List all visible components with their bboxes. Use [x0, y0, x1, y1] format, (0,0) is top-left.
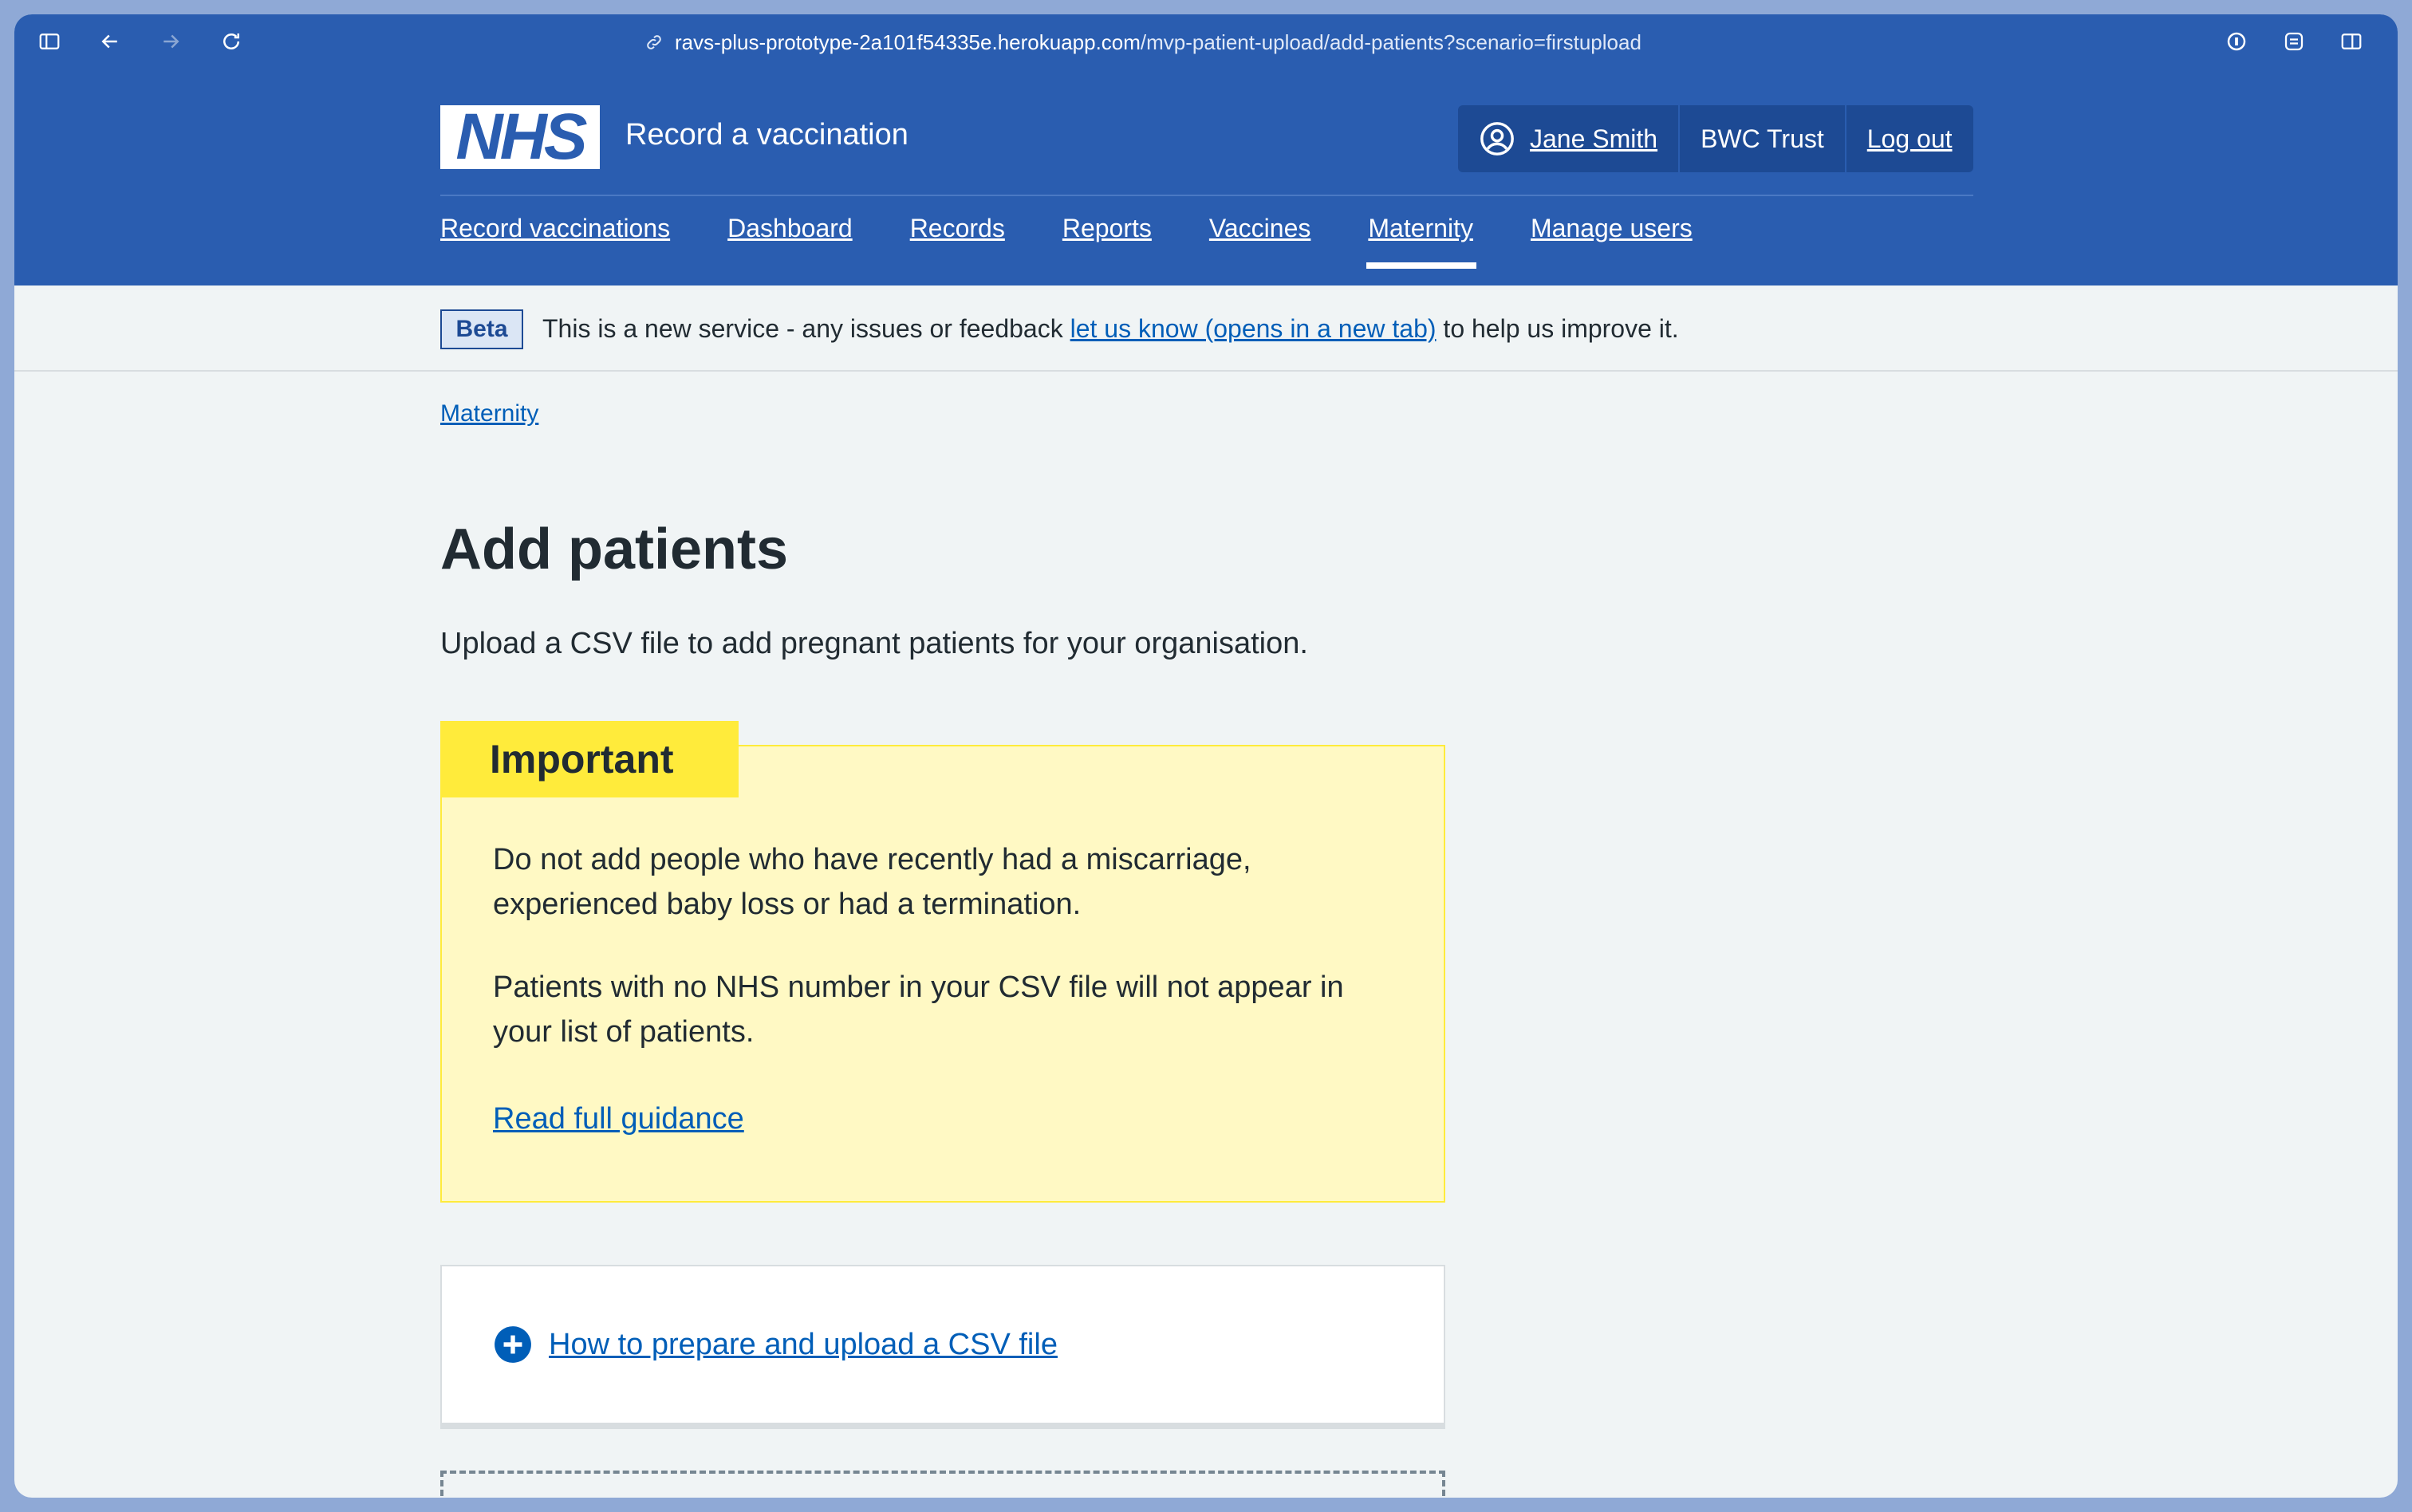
- forward-arrow-icon[interactable]: [155, 26, 187, 57]
- nav-item-records[interactable]: Records: [910, 214, 1005, 269]
- nav-item-dashboard[interactable]: Dashboard: [727, 214, 853, 269]
- nhs-logo[interactable]: NHS: [440, 100, 600, 173]
- organisation-name: BWC Trust: [1678, 105, 1845, 172]
- header-divider: [440, 195, 1973, 196]
- warning-text-nhs-number: Patients with no NHS number in your CSV …: [493, 971, 1344, 1049]
- csv-help-summary[interactable]: How to prepare and upload a CSV file: [549, 1328, 1058, 1362]
- warning-callout-label: Important: [440, 721, 739, 797]
- logout-item: Log out: [1844, 105, 1973, 172]
- reload-icon[interactable]: [215, 26, 247, 57]
- account-user: Jane Smith: [1458, 105, 1678, 172]
- address-bar[interactable]: ravs-plus-prototype-2a101f54335e.herokua…: [644, 29, 1642, 56]
- account-menu: Jane Smith BWC Trust Log out: [1458, 105, 1973, 172]
- primary-navigation: Record vaccinations Dashboard Records Re…: [440, 214, 1693, 269]
- browser-toolbar: ravs-plus-prototype-2a101f54335e.herokua…: [14, 14, 2398, 69]
- nav-item-record-vaccinations[interactable]: Record vaccinations: [440, 214, 670, 269]
- site-header: NHS Record a vaccination Jane Smith BWC …: [14, 69, 2398, 285]
- beta-text-after: to help us improve it.: [1436, 314, 1679, 343]
- extensions-icon[interactable]: [2278, 26, 2310, 57]
- back-arrow-icon[interactable]: [94, 26, 126, 57]
- page-title: Add patients: [440, 518, 789, 581]
- user-name-link[interactable]: Jane Smith: [1530, 124, 1657, 154]
- password-manager-icon[interactable]: [2221, 26, 2252, 57]
- beta-tag: Beta: [440, 309, 523, 349]
- warning-text-miscarriage: Do not add people who have recently had …: [493, 843, 1251, 921]
- url-path: /mvp-patient-upload/add-patients?scenari…: [1140, 30, 1642, 54]
- link-icon: [647, 35, 661, 49]
- split-view-icon[interactable]: [2335, 26, 2367, 57]
- beta-message: This is a new service - any issues or fe…: [542, 314, 1679, 344]
- browser-window: ravs-plus-prototype-2a101f54335e.herokua…: [14, 14, 2398, 1498]
- nav-item-reports[interactable]: Reports: [1062, 214, 1152, 269]
- warning-callout: Do not add people who have recently had …: [440, 745, 1445, 1203]
- phase-banner: Beta This is a new service - any issues …: [14, 285, 2398, 372]
- logout-link[interactable]: Log out: [1867, 124, 1953, 154]
- nav-item-manage-users[interactable]: Manage users: [1531, 214, 1693, 269]
- feedback-link[interactable]: let us know (opens in a new tab): [1070, 314, 1437, 343]
- csv-help-expander[interactable]: How to prepare and upload a CSV file: [440, 1265, 1445, 1429]
- file-upload-dropzone[interactable]: [440, 1471, 1445, 1498]
- service-name[interactable]: Record a vaccination: [625, 118, 908, 152]
- page-lead: Upload a CSV file to add pregnant patien…: [440, 627, 1308, 660]
- nhs-logo-text: NHS: [455, 100, 587, 173]
- beta-text-before: This is a new service - any issues or fe…: [542, 314, 1070, 343]
- nav-item-maternity[interactable]: Maternity: [1366, 214, 1476, 269]
- read-guidance-link[interactable]: Read full guidance: [493, 1102, 744, 1136]
- sidebar-toggle-icon[interactable]: [34, 26, 65, 57]
- user-icon: [1480, 122, 1514, 156]
- nav-item-vaccines[interactable]: Vaccines: [1209, 214, 1310, 269]
- breadcrumb-maternity[interactable]: Maternity: [440, 400, 538, 427]
- url-host: ravs-plus-prototype-2a101f54335e.herokua…: [675, 30, 1141, 54]
- plus-circle-icon: [495, 1326, 531, 1363]
